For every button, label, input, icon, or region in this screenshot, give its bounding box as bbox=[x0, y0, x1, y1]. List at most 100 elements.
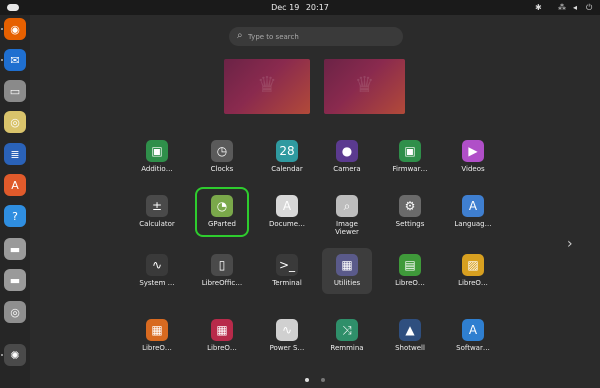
app-utilities[interactable]: ▦ Utilities bbox=[322, 248, 372, 294]
shotwell-icon: ▲ bbox=[399, 319, 421, 341]
app-languag[interactable]: A Languag… bbox=[448, 189, 498, 235]
running-indicator bbox=[1, 59, 3, 61]
libreo-icon: ▦ bbox=[211, 319, 233, 341]
search-input[interactable] bbox=[248, 30, 393, 43]
page-indicator-1[interactable] bbox=[305, 378, 309, 382]
app-firmwar[interactable]: ▣ Firmwar… bbox=[385, 134, 435, 180]
app-videos[interactable]: ▶ Videos bbox=[448, 134, 498, 180]
dock-item-optical-drive[interactable]: ◎ bbox=[4, 301, 26, 323]
app-label: LibreO… bbox=[458, 279, 488, 287]
gparted-icon: ◔ bbox=[211, 195, 233, 217]
optical-drive-icon: ◎ bbox=[4, 301, 26, 323]
app-label: Image bbox=[336, 220, 358, 228]
dock-item-writer[interactable]: ≣ bbox=[4, 143, 26, 165]
app-terminal[interactable]: >_ Terminal bbox=[262, 248, 312, 294]
top-bar: Dec 19 20:17 ✱ ⁂ ◂ ⏻ bbox=[0, 0, 600, 15]
firmwar-icon: ▣ bbox=[399, 140, 421, 162]
app-label: Settings bbox=[395, 220, 425, 228]
next-page-chevron-icon[interactable]: › bbox=[567, 236, 573, 252]
app-label: Docume… bbox=[268, 220, 306, 228]
calculator-icon: ± bbox=[146, 195, 168, 217]
drive-1-icon: ▬ bbox=[4, 238, 26, 260]
dock-item-firefox[interactable]: ◉ bbox=[4, 18, 26, 40]
app-label: Videos bbox=[461, 165, 485, 173]
app-label: LibreO… bbox=[395, 279, 425, 287]
dock-item-app-center[interactable]: A bbox=[4, 174, 26, 196]
help-icon: ? bbox=[4, 205, 26, 227]
videos-icon: ▶ bbox=[462, 140, 484, 162]
workspace-thumbnail-2[interactable]: ♛ bbox=[324, 59, 405, 114]
libreo-icon: ▨ bbox=[462, 254, 484, 276]
files-icon: ▭ bbox=[4, 80, 26, 102]
search-icon: ⌕ bbox=[237, 30, 243, 41]
app-image[interactable]: ⌕ Image Viewer bbox=[322, 189, 372, 236]
app-libreoffic[interactable]: ▯ LibreOffic… bbox=[197, 248, 247, 294]
app-libreo[interactable]: ▤ LibreO… bbox=[385, 248, 435, 294]
page-indicator-2[interactable] bbox=[321, 378, 325, 382]
image-icon: ⌕ bbox=[336, 195, 358, 217]
dock-item-files[interactable]: ▭ bbox=[4, 80, 26, 102]
workspace-thumbnail-1[interactable]: ♛ bbox=[224, 59, 310, 114]
system-icon: ∿ bbox=[146, 254, 168, 276]
dock-item-help[interactable]: ? bbox=[4, 205, 26, 227]
app-label: System … bbox=[139, 279, 175, 287]
app-softwar[interactable]: A Softwar… bbox=[448, 313, 498, 359]
app-calculator[interactable]: ± Calculator bbox=[132, 189, 182, 235]
additio-icon: ▣ bbox=[146, 140, 168, 162]
app-label: Calculator bbox=[139, 220, 175, 228]
app-libreo[interactable]: ▦ LibreO… bbox=[197, 313, 247, 359]
app-docume[interactable]: A Docume… bbox=[262, 189, 312, 235]
crown-icon: ♛ bbox=[354, 73, 375, 98]
dock: ◉ ✉ ▭ ◎ ≣ A? ▬ ▬ ◎ ✺ bbox=[0, 15, 30, 388]
app-label: Power S… bbox=[269, 344, 305, 352]
app-label: Shotwell bbox=[395, 344, 425, 352]
app-remmina[interactable]: ⤨ Remmina bbox=[322, 313, 372, 359]
terminal-icon: >_ bbox=[276, 254, 298, 276]
app-label: Softwar… bbox=[456, 344, 490, 352]
dock-item-drive-2[interactable]: ▬ bbox=[4, 269, 26, 291]
app-label: Firmwar… bbox=[392, 165, 428, 173]
power-icon[interactable]: ⏻ bbox=[586, 2, 592, 13]
accessibility-icon[interactable]: ✱ bbox=[535, 2, 542, 13]
writer-icon: ≣ bbox=[4, 143, 26, 165]
app-libreo[interactable]: ▦ LibreO… bbox=[132, 313, 182, 359]
app-label: Camera bbox=[333, 165, 361, 173]
app-shotwell[interactable]: ▲ Shotwell bbox=[385, 313, 435, 359]
dock-item-thunderbird[interactable]: ✉ bbox=[4, 49, 26, 71]
app-clocks[interactable]: ◷ Clocks bbox=[197, 134, 247, 180]
app-system[interactable]: ∿ System … bbox=[132, 248, 182, 294]
app-calendar[interactable]: 28 Calendar bbox=[262, 134, 312, 180]
app-additio[interactable]: ▣ Additio… bbox=[132, 134, 182, 180]
rhythmbox-icon: ◎ bbox=[4, 111, 26, 133]
app-camera[interactable]: ● Camera bbox=[322, 134, 372, 180]
settings-icon: ⚙ bbox=[399, 195, 421, 217]
running-indicator bbox=[1, 354, 3, 356]
clock-button[interactable]: Dec 19 20:17 bbox=[0, 1, 600, 14]
libreo-icon: ▦ bbox=[146, 319, 168, 341]
app-label: Terminal bbox=[272, 279, 302, 287]
app-label: Calendar bbox=[271, 165, 303, 173]
app-label: Languag… bbox=[454, 220, 492, 228]
thunderbird-icon: ✉ bbox=[4, 49, 26, 71]
dock-item-rhythmbox[interactable]: ◎ bbox=[4, 111, 26, 133]
app-power-s[interactable]: ∿ Power S… bbox=[262, 313, 312, 359]
date-label: Dec 19 bbox=[271, 3, 300, 12]
app-center-icon: A bbox=[4, 174, 26, 196]
app-label: LibreO… bbox=[142, 344, 172, 352]
app-label: GParted bbox=[208, 220, 236, 228]
dock-item-show-apps[interactable]: ✺ bbox=[4, 344, 26, 366]
app-label: Additio… bbox=[141, 165, 173, 173]
calendar-icon: 28 bbox=[276, 140, 298, 162]
app-settings[interactable]: ⚙ Settings bbox=[385, 189, 435, 235]
network-icon[interactable]: ⁂ bbox=[558, 2, 566, 13]
app-gparted[interactable]: ◔ GParted bbox=[197, 189, 247, 235]
clocks-icon: ◷ bbox=[211, 140, 233, 162]
languag-icon: A bbox=[462, 195, 484, 217]
power-s-icon: ∿ bbox=[276, 319, 298, 341]
app-libreo[interactable]: ▨ LibreO… bbox=[448, 248, 498, 294]
dock-item-drive-1[interactable]: ▬ bbox=[4, 238, 26, 260]
firefox-icon: ◉ bbox=[4, 18, 26, 40]
running-indicator bbox=[1, 28, 3, 30]
search-bar[interactable]: ⌕ bbox=[229, 27, 403, 46]
volume-icon[interactable]: ◂ bbox=[573, 2, 577, 13]
